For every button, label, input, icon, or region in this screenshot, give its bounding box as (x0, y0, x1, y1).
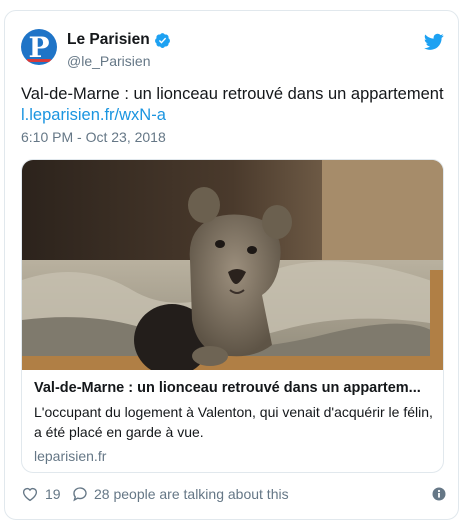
tweet-link[interactable]: l.leparisien.fr/wxN-a (21, 105, 446, 126)
card-description: L'occupant du logement à Valenton, qui v… (34, 404, 433, 440)
tweet-text: Val-de-Marne : un lionceau retrouvé dans… (21, 84, 446, 126)
info-icon[interactable] (432, 487, 446, 501)
avatar-stripe (27, 59, 51, 62)
avatar[interactable]: P (21, 29, 57, 65)
card-title[interactable]: Val-de-Marne : un lionceau retrouvé dans… (34, 380, 434, 396)
tweet-footer: 19 28 people are talking about this (21, 485, 446, 507)
account-name-text: Le Parisien (67, 31, 150, 48)
embedded-tweet: P Le Parisien @le_Parisien Val-de-Marne … (4, 10, 459, 520)
account-name[interactable]: Le Parisien (67, 31, 171, 49)
verified-badge-icon (154, 32, 170, 48)
card-domain: leparisien.fr (34, 448, 107, 464)
heart-icon (22, 487, 38, 502)
talking-text: 28 people are talking about this (94, 486, 289, 502)
twitter-bird-icon[interactable] (424, 33, 444, 51)
link-card[interactable]: Val-de-Marne : un lionceau retrouvé dans… (21, 159, 444, 473)
reply-bubble-icon (73, 487, 87, 502)
tweet-timestamp[interactable]: 6:10 PM - Oct 23, 2018 (21, 129, 166, 145)
like-action[interactable]: 19 (21, 485, 61, 503)
card-image-lion-cub (22, 160, 443, 370)
card-body: Val-de-Marne : un lionceau retrouvé dans… (34, 376, 434, 464)
account-handle[interactable]: @le_Parisien (67, 53, 150, 69)
like-count: 19 (45, 486, 61, 502)
conversation-action[interactable]: 28 people are talking about this (71, 485, 289, 503)
tweet-body: Val-de-Marne : un lionceau retrouvé dans… (21, 85, 444, 103)
